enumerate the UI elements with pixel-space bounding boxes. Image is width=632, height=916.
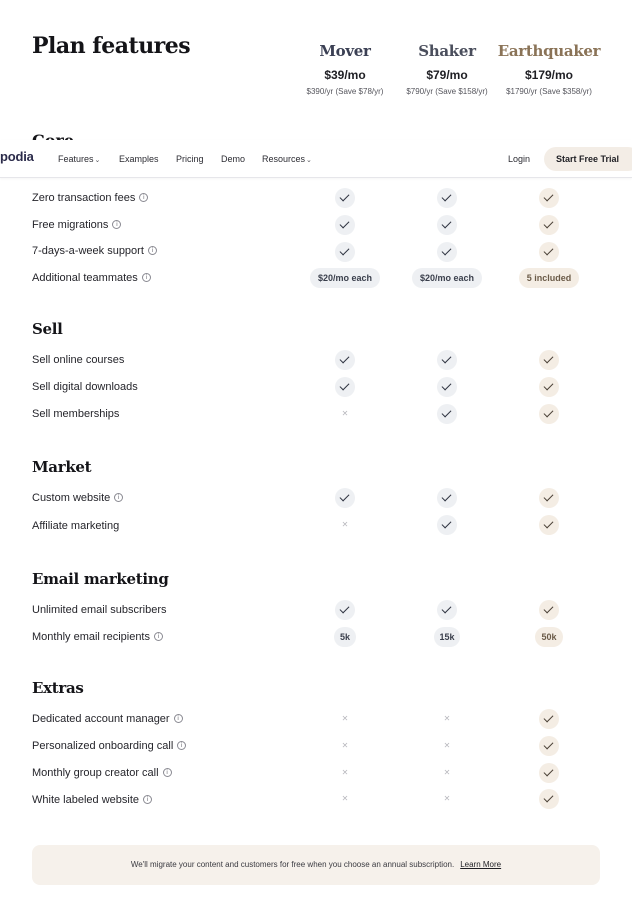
top-navigation: podia Features⌄ Examples Pricing Demo Re…: [0, 140, 632, 178]
check-icon: [539, 709, 559, 729]
check-icon: [539, 789, 559, 809]
feature-row-label: Dedicated account manager i: [32, 713, 183, 725]
value-badge: $20/mo each: [412, 268, 482, 288]
feature-row-label: Free migrations i: [32, 219, 122, 231]
check-icon: [335, 350, 355, 370]
cross-icon: ✕: [341, 520, 349, 529]
check-icon: [335, 600, 355, 620]
section-title-email-marketing: Email marketing: [32, 570, 169, 588]
check-icon: [437, 515, 457, 535]
info-icon[interactable]: i: [173, 714, 183, 723]
check-icon: [437, 350, 457, 370]
feature-row-label: Unlimited email subscribers: [32, 604, 167, 616]
nav-examples[interactable]: Examples: [119, 154, 159, 164]
feature-row-label: Additional teammates i: [32, 272, 151, 284]
check-icon: [539, 763, 559, 783]
info-icon[interactable]: i: [162, 768, 172, 777]
cross-icon: ✕: [341, 714, 349, 723]
nav-demo[interactable]: Demo: [221, 154, 245, 164]
start-free-trial-button[interactable]: Start Free Trial: [544, 147, 632, 171]
check-icon: [437, 188, 457, 208]
check-icon: [539, 242, 559, 262]
nav-pricing[interactable]: Pricing: [176, 154, 204, 164]
login-link[interactable]: Login: [508, 154, 530, 164]
nav-resources[interactable]: Resources⌄: [262, 154, 312, 164]
section-title-extras: Extras: [32, 679, 84, 697]
cross-icon: ✕: [341, 794, 349, 803]
feature-row-label: Sell digital downloads: [32, 381, 138, 393]
info-icon[interactable]: i: [154, 632, 163, 641]
check-icon: [437, 242, 457, 262]
feature-row-label: Sell memberships: [32, 408, 120, 420]
info-icon[interactable]: i: [141, 273, 151, 282]
check-icon: [539, 488, 559, 508]
banner-text: We'll migrate your content and customers…: [130, 860, 455, 869]
check-icon: [539, 377, 559, 397]
check-icon: [539, 515, 559, 535]
section-title-market: Market: [32, 458, 92, 476]
feature-row-label: Custom website i: [32, 492, 124, 504]
value-badge: 5k: [334, 627, 356, 647]
cross-icon: ✕: [341, 409, 349, 418]
section-title-sell: Sell: [32, 320, 63, 338]
cross-icon: ✕: [443, 794, 451, 803]
plan-annual-price: $1790/yr (Save $358/yr): [506, 87, 592, 96]
learn-more-link[interactable]: Learn More: [460, 860, 501, 869]
info-icon[interactable]: i: [114, 493, 124, 502]
value-badge: 15k: [434, 627, 460, 647]
check-icon: [335, 215, 355, 235]
page-title: Plan features: [32, 33, 191, 59]
migration-banner: We'll migrate your content and customers…: [32, 845, 600, 885]
check-icon: [539, 188, 559, 208]
plan-column-earthquaker: Earthquaker $179/mo $1790/yr (Save $358/…: [489, 40, 609, 96]
check-icon: [437, 488, 457, 508]
check-icon: [335, 488, 355, 508]
check-icon: [539, 350, 559, 370]
check-icon: [437, 404, 457, 424]
cross-icon: ✕: [443, 768, 451, 777]
check-icon: [437, 215, 457, 235]
check-icon: [437, 600, 457, 620]
cross-icon: ✕: [443, 741, 451, 750]
feature-row-label: Affiliate marketing: [32, 520, 120, 532]
feature-row-label: Sell online courses: [32, 354, 125, 366]
check-icon: [539, 215, 559, 235]
check-icon: [539, 404, 559, 424]
check-icon: [335, 242, 355, 262]
check-icon: [335, 188, 355, 208]
check-icon: [437, 377, 457, 397]
info-icon[interactable]: i: [177, 741, 187, 750]
value-badge: 5 included: [519, 268, 579, 288]
cross-icon: ✕: [341, 768, 349, 777]
check-icon: [335, 377, 355, 397]
value-badge: 50k: [535, 627, 563, 647]
podia-logo[interactable]: podia: [0, 149, 34, 164]
info-icon[interactable]: i: [147, 246, 157, 255]
feature-row-label: Personalized onboarding call i: [32, 740, 187, 752]
cross-icon: ✕: [341, 741, 349, 750]
info-icon[interactable]: i: [143, 795, 153, 804]
feature-row-label: Zero transaction fees i: [32, 192, 149, 204]
check-icon: [539, 736, 559, 756]
feature-row-label: 7-days-a-week support i: [32, 245, 157, 257]
info-icon[interactable]: i: [139, 193, 149, 202]
cross-icon: ✕: [443, 714, 451, 723]
nav-features[interactable]: Features⌄: [58, 154, 100, 164]
value-badge: $20/mo each: [310, 268, 380, 288]
chevron-down-icon: ⌄: [94, 157, 101, 164]
feature-row-label: Monthly group creator call i: [32, 767, 172, 779]
info-icon[interactable]: i: [112, 220, 122, 229]
check-icon: [539, 600, 559, 620]
feature-row-label: White labeled website i: [32, 794, 153, 806]
chevron-down-icon: ⌄: [306, 157, 312, 164]
plan-price: $179/mo: [524, 68, 574, 82]
plan-name: Earthquaker: [497, 42, 601, 60]
feature-row-label: Monthly email recipients i: [32, 631, 163, 643]
